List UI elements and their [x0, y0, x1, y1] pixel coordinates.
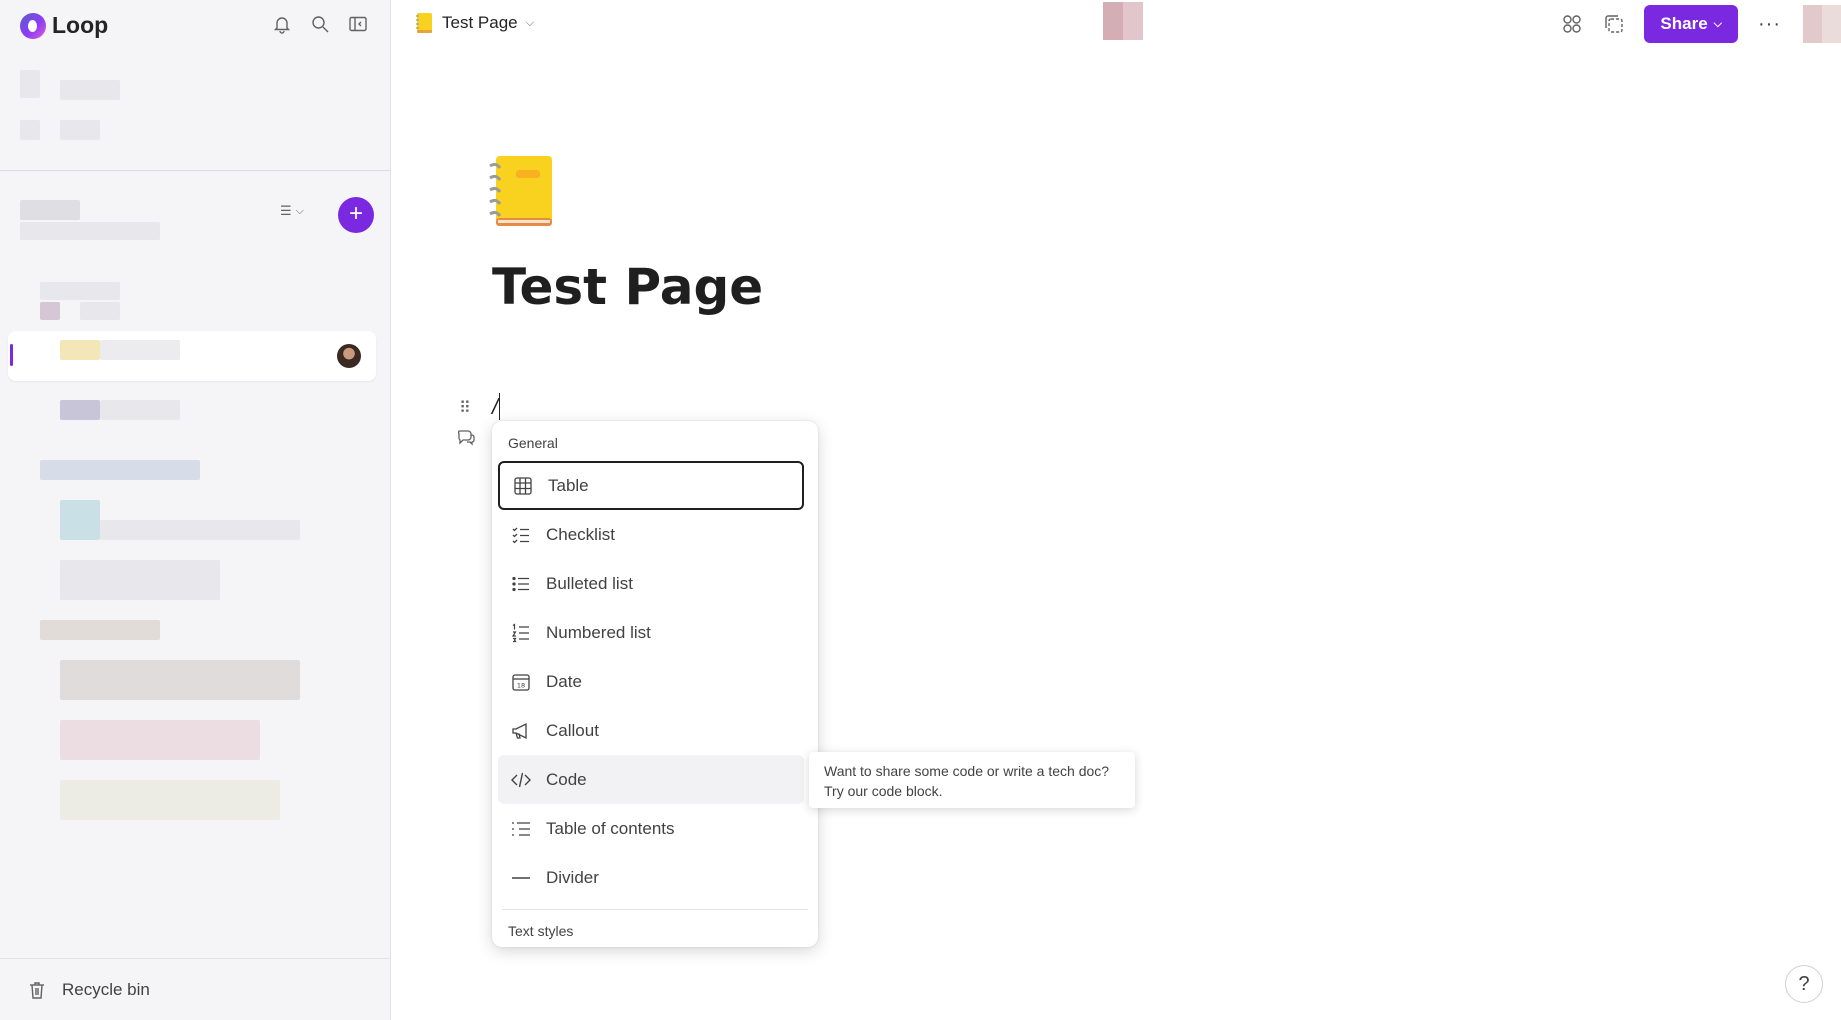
trash-icon	[30, 981, 44, 999]
calendar-icon: 18	[512, 673, 530, 691]
code-icon	[511, 772, 531, 787]
blurred-workspace-name	[20, 200, 80, 220]
menu-item-label: Callout	[546, 720, 599, 740]
blurred-nav-icon	[20, 120, 40, 140]
blurred-tree-icon	[60, 500, 100, 540]
chevron-down-icon: ⌵	[525, 16, 534, 29]
menu-item-bulleted-list[interactable]: Bulleted list	[498, 559, 804, 608]
checklist-icon	[512, 527, 529, 543]
blurred-tree-item	[100, 400, 180, 420]
avatar	[337, 344, 361, 368]
blurred-page-icon	[60, 340, 100, 360]
recycle-bin-label: Recycle bin	[62, 979, 150, 999]
loop-logo-icon	[20, 12, 46, 39]
menu-item-label: Numbered list	[546, 622, 651, 642]
notebook-icon	[416, 13, 432, 33]
blurred-page-label	[100, 340, 180, 360]
blurred-tree-item	[40, 620, 160, 640]
blurred-tree-item	[100, 520, 300, 540]
menu-item-checklist[interactable]: Checklist	[498, 510, 804, 559]
bulleted-list-icon	[512, 576, 529, 591]
editor-input-text[interactable]: /	[492, 394, 498, 420]
blurred-nav-label	[60, 80, 120, 100]
add-workspace-button[interactable]: +	[338, 197, 374, 233]
divider-icon	[512, 876, 530, 879]
blurred-tree-item	[60, 780, 280, 820]
recycle-bin-button[interactable]: Recycle bin	[0, 958, 391, 1020]
blurred-tree-item	[40, 282, 120, 300]
comment-icon[interactable]	[456, 427, 476, 447]
menu-item-divider[interactable]: Divider	[498, 853, 804, 902]
chevron-down-icon: ⌵	[295, 204, 304, 217]
sidebar-divider	[0, 170, 391, 171]
search-icon[interactable]	[310, 14, 330, 34]
menu-item-label: Table of contents	[546, 818, 675, 838]
blurred-tree-item	[40, 460, 200, 480]
breadcrumb-page-title: Test Page	[442, 13, 518, 32]
megaphone-icon	[512, 722, 527, 739]
menu-item-callout[interactable]: Callout	[498, 706, 804, 755]
code-tooltip: Want to share some code or write a tech …	[809, 752, 1135, 808]
menu-item-label: Table	[548, 475, 589, 495]
share-label: Share	[1660, 14, 1708, 33]
app-logo[interactable]: Loop	[20, 12, 108, 39]
active-indicator	[10, 344, 13, 366]
menu-section-text-styles: Text styles	[508, 923, 574, 939]
table-icon	[514, 476, 532, 495]
blurred-nav-label	[60, 120, 100, 140]
menu-item-label: Bulleted list	[546, 573, 633, 593]
sort-filter-button[interactable]: ☰ ⌵	[280, 198, 324, 224]
chevron-down-icon: ⌵	[1713, 17, 1723, 30]
insert-menu: General Table Checklist Bulleted list Nu…	[492, 421, 818, 947]
blurred-tree-item	[60, 560, 220, 600]
app-name: Loop	[52, 12, 109, 38]
menu-item-code[interactable]: Code	[498, 755, 804, 804]
sort-icon: ☰	[280, 203, 292, 218]
svg-text:18: 18	[517, 681, 525, 689]
components-icon[interactable]	[1560, 12, 1584, 36]
menu-item-label: Code	[546, 769, 587, 789]
user-avatar[interactable]	[1803, 5, 1841, 43]
menu-item-label: Divider	[546, 867, 599, 887]
blurred-tree-item	[80, 302, 120, 320]
menu-item-date[interactable]: 18 Date	[498, 657, 804, 706]
blurred-tree-item	[60, 660, 300, 700]
menu-item-table-of-contents[interactable]: Table of contents	[498, 804, 804, 853]
more-options-button[interactable]: ···	[1758, 13, 1781, 36]
menu-item-label: Checklist	[546, 524, 615, 544]
menu-item-label: Date	[546, 671, 582, 691]
collapse-sidebar-icon[interactable]	[348, 14, 368, 34]
copy-component-icon[interactable]	[1602, 12, 1626, 36]
collaborator-avatar[interactable]	[1103, 2, 1143, 40]
blurred-nav-icon	[20, 70, 40, 98]
page-title[interactable]: Test Page	[492, 258, 763, 316]
share-button[interactable]: Share ⌵	[1644, 5, 1739, 43]
text-caret	[499, 393, 500, 420]
table-of-contents-icon	[512, 821, 530, 836]
notebook-icon[interactable]	[486, 154, 556, 230]
menu-item-table[interactable]: Table	[498, 461, 804, 510]
sidebar: Loop ☰ ⌵ + Recycle bin	[0, 0, 391, 1020]
menu-separator	[502, 909, 808, 910]
blurred-tree-icon	[60, 400, 100, 420]
menu-item-numbered-list[interactable]: Numbered list	[498, 608, 804, 657]
numbered-list-icon	[511, 622, 529, 642]
page-breadcrumb[interactable]: Test Page ⌵	[414, 12, 534, 34]
blurred-tree-icon	[40, 302, 60, 320]
menu-section-general: General	[508, 435, 558, 451]
blurred-tree-item	[60, 720, 260, 760]
help-button[interactable]: ?	[1785, 965, 1823, 1003]
bell-icon[interactable]	[272, 14, 292, 34]
blurred-workspace-name	[20, 222, 160, 240]
drag-handle-icon[interactable]: ⠿	[459, 398, 471, 418]
